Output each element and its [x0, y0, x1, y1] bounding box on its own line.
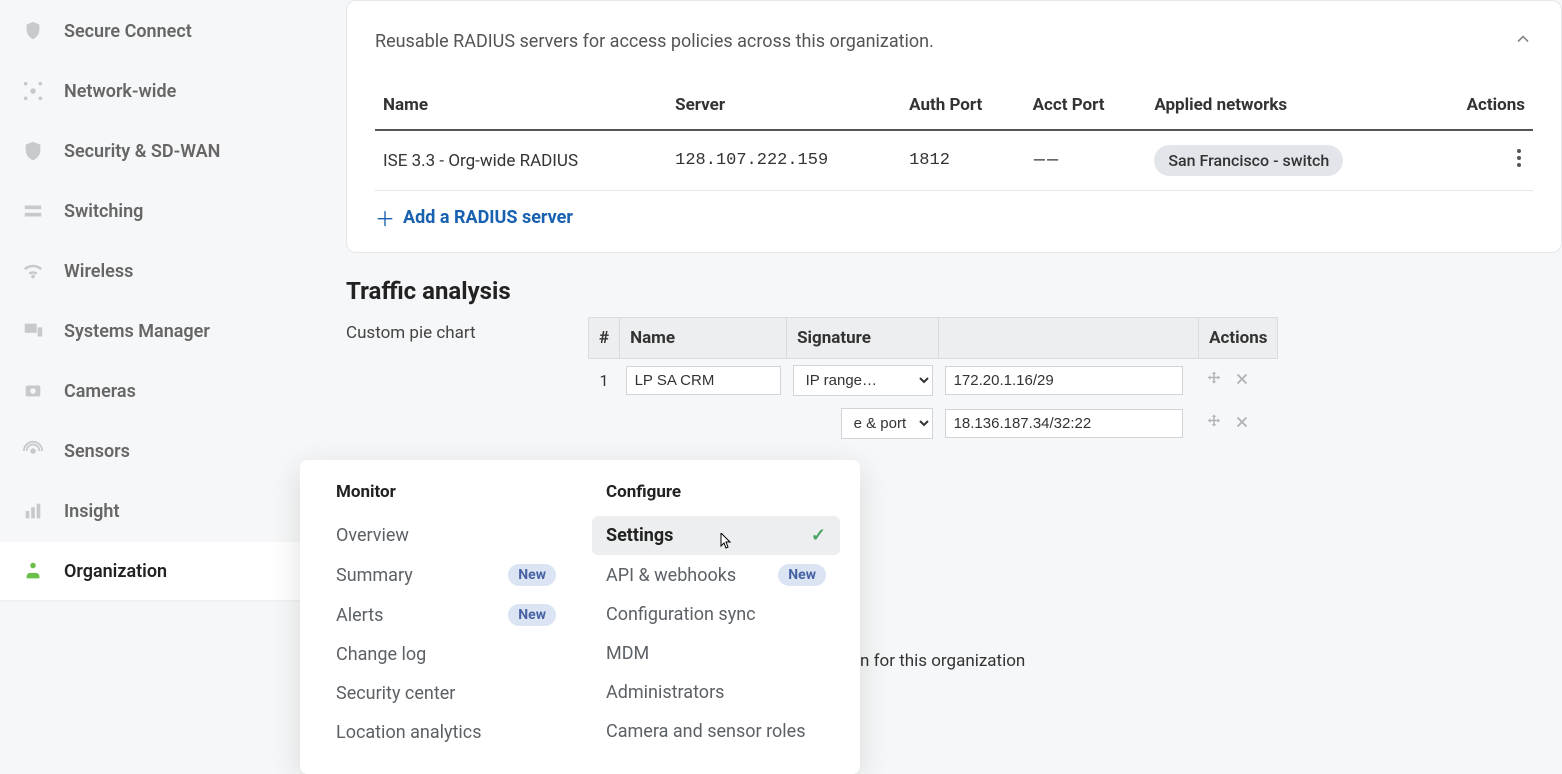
nav-label: Switching [64, 201, 143, 222]
cell-applied-networks: San Francisco - switch [1146, 130, 1430, 191]
new-badge: New [778, 564, 826, 586]
col-actions: Actions [1199, 318, 1278, 359]
radius-table: Name Server Auth Port Acct Port Applied … [375, 81, 1533, 191]
col-value [939, 318, 1199, 359]
new-badge: New [508, 604, 556, 626]
row-actions-menu[interactable] [1513, 148, 1525, 176]
nav-label: Network-wide [64, 81, 176, 102]
delete-icon[interactable] [1233, 370, 1251, 388]
nav-network-wide[interactable]: Network-wide [4, 62, 316, 120]
fly-administrators[interactable]: Administrators [606, 673, 840, 712]
fly-settings[interactable]: Settings✓ [592, 516, 840, 555]
nav-label: Secure Connect [64, 21, 192, 42]
move-icon[interactable] [1205, 413, 1223, 431]
col-signature: Signature [787, 318, 939, 359]
pie-name-input[interactable] [626, 366, 781, 395]
fly-api-webhooks[interactable]: API & webhooksNew [606, 555, 840, 595]
fly-mdm[interactable]: MDM [606, 634, 840, 673]
new-badge: New [508, 564, 556, 586]
fly-camera-sensor-roles[interactable]: Camera and sensor roles [606, 712, 840, 751]
sensor-icon [22, 440, 44, 462]
cell-auth-port: 1812 [901, 130, 1024, 191]
switch-icon [22, 200, 44, 222]
pie-signature-select[interactable]: e & port… [841, 408, 933, 439]
nav-systems-manager[interactable]: Systems Manager [4, 302, 316, 360]
cell-num: 1 [589, 359, 620, 403]
check-icon: ✓ [811, 525, 826, 546]
fly-location-analytics[interactable]: Location analytics [336, 713, 570, 752]
camera-icon [22, 380, 44, 402]
fly-alerts[interactable]: AlertsNew [336, 595, 570, 635]
bars-icon [22, 500, 44, 522]
radius-card: Reusable RADIUS servers for access polic… [346, 0, 1562, 253]
fly-security-center[interactable]: Security center [336, 674, 570, 713]
flyout-configure-head: Configure [606, 482, 840, 502]
nav-secure-connect[interactable]: Secure Connect [4, 2, 316, 60]
nav-label: Wireless [64, 261, 133, 282]
sidebar: Secure Connect Network-wide Security & S… [0, 0, 316, 748]
nav-wireless[interactable]: Wireless [4, 242, 316, 300]
flyout-monitor-col: Monitor Overview SummaryNew AlertsNew Ch… [300, 482, 590, 752]
move-icon[interactable] [1205, 370, 1223, 388]
fly-change-log[interactable]: Change log [336, 635, 570, 674]
cell-server: 128.107.222.159 [667, 130, 901, 191]
nav-insight[interactable]: Insight [4, 482, 316, 540]
nav-label: Sensors [64, 441, 130, 462]
network-icon [22, 80, 44, 102]
col-name: Name [375, 81, 667, 130]
nav-organization[interactable]: Organization [0, 542, 316, 600]
add-radius-link[interactable]: ＋ Add a RADIUS server [375, 203, 573, 232]
add-radius-label: Add a RADIUS server [403, 207, 573, 228]
pie-table: # Name Signature Actions 1 [588, 317, 1278, 445]
nav-label: Systems Manager [64, 321, 210, 342]
nav-label: Security & SD-WAN [64, 141, 220, 162]
organization-flyout: Monitor Overview SummaryNew AlertsNew Ch… [300, 460, 860, 774]
nav-security-sdwan[interactable]: Security & SD-WAN [4, 122, 316, 180]
wifi-icon [22, 260, 44, 282]
col-actions: Actions [1430, 81, 1533, 130]
nav-label: Cameras [64, 381, 136, 402]
partial-text: n for this organization [860, 651, 1025, 671]
pie-value-input[interactable] [945, 409, 1183, 438]
fly-overview[interactable]: Overview [336, 516, 570, 555]
network-chip[interactable]: San Francisco - switch [1154, 145, 1343, 176]
pie-row: 1 IP range… [589, 359, 1278, 403]
cell-num [589, 402, 620, 445]
pie-value-input[interactable] [945, 366, 1183, 395]
shield-icon [22, 140, 44, 162]
cell-acct-port: —— [1025, 130, 1147, 191]
flyout-configure-col: Configure Settings✓ API & webhooksNew Co… [590, 482, 860, 752]
nav-switching[interactable]: Switching [4, 182, 316, 240]
traffic-section: Traffic analysis Custom pie chart # Name… [346, 277, 1562, 445]
nav-label: Organization [64, 561, 167, 582]
col-num: # [589, 318, 620, 359]
pie-row: e & port… [589, 402, 1278, 445]
col-applied-networks: Applied networks [1146, 81, 1430, 130]
traffic-title: Traffic analysis [346, 277, 1562, 305]
cell-name: ISE 3.3 - Org-wide RADIUS [375, 130, 667, 191]
nav-cameras[interactable]: Cameras [4, 362, 316, 420]
fly-summary[interactable]: SummaryNew [336, 555, 570, 595]
pie-signature-select[interactable]: IP range… [793, 365, 933, 396]
traffic-subhead: Custom pie chart [346, 323, 546, 343]
col-name: Name [620, 318, 787, 359]
flyout-monitor-head: Monitor [336, 482, 570, 502]
plus-icon: ＋ [375, 203, 395, 232]
fly-config-sync[interactable]: Configuration sync [606, 595, 840, 634]
collapse-icon[interactable] [1513, 29, 1533, 53]
org-icon [22, 560, 44, 582]
col-auth-port: Auth Port [901, 81, 1024, 130]
delete-icon[interactable] [1233, 413, 1251, 431]
radius-row: ISE 3.3 - Org-wide RADIUS 128.107.222.15… [375, 130, 1533, 191]
col-server: Server [667, 81, 901, 130]
devices-icon [22, 320, 44, 342]
radius-description: Reusable RADIUS servers for access polic… [375, 31, 934, 52]
nav-sensors[interactable]: Sensors [4, 422, 316, 480]
nav-label: Insight [64, 501, 120, 522]
col-acct-port: Acct Port [1025, 81, 1147, 130]
cloud-shield-icon [22, 20, 44, 42]
